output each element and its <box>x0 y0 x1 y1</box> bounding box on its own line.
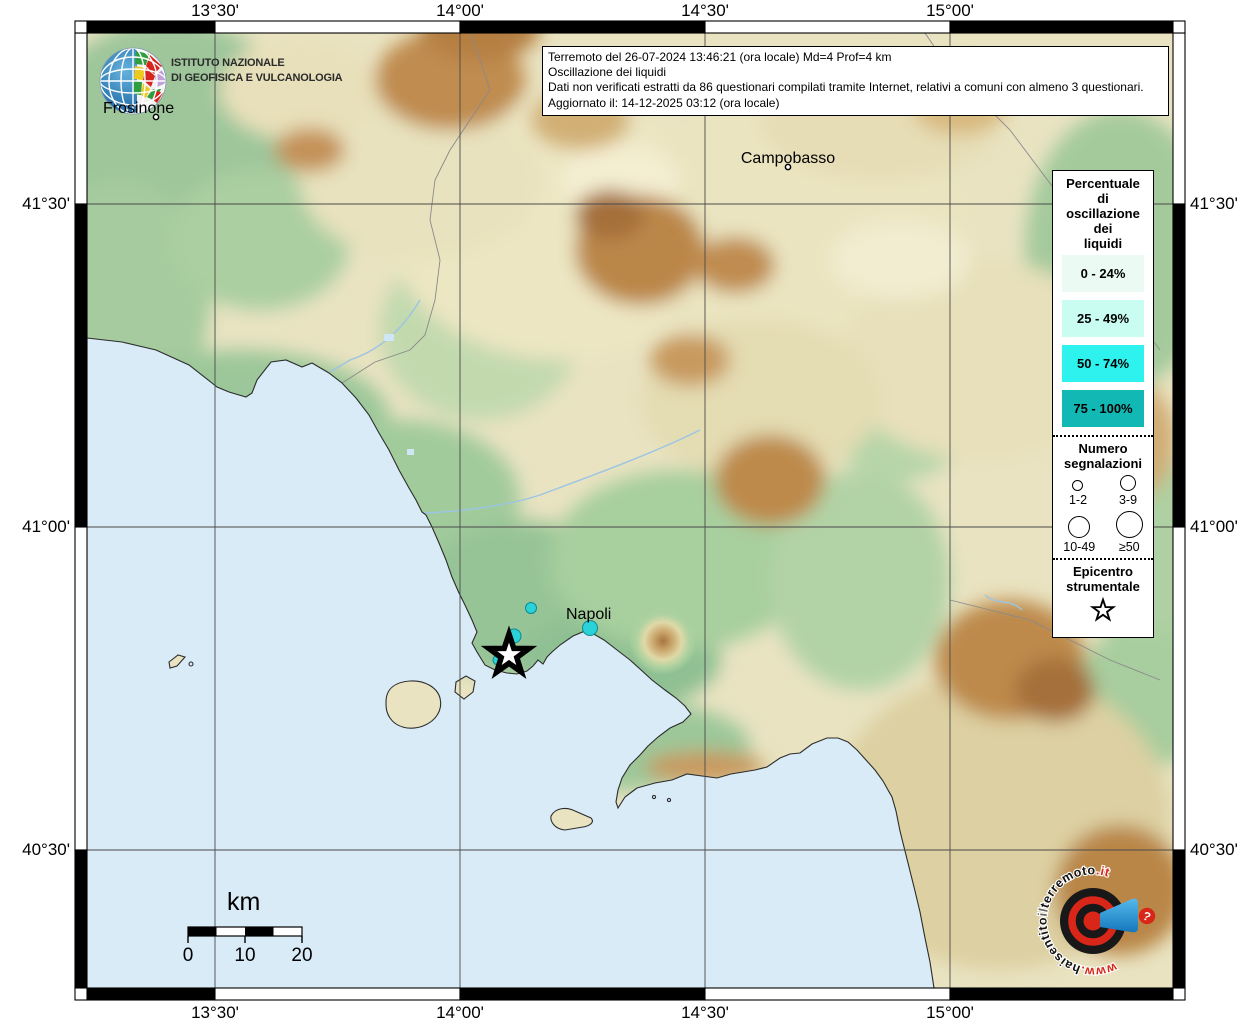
count-label: 3-9 <box>1118 493 1138 507</box>
ingv-name: ISTITUTO NAZIONALE DI GEOFISICA E VULCAN… <box>171 56 343 86</box>
legend-swatch-25-49: 25 - 49% <box>1062 300 1144 337</box>
count-label: 1-2 <box>1068 493 1088 507</box>
axis-right-41-30: 41°30' <box>1190 194 1238 213</box>
scalebar-tick-10: 10 <box>234 945 256 966</box>
legend-percent-title: Percentuale di oscillazione dei liquidi <box>1053 176 1153 251</box>
vesuvius-relief <box>629 607 697 675</box>
ingv-name-line2: DI GEOFISICA E VULCANOLOGIA <box>171 72 343 84</box>
title-line-updated: Aggiornato il: 14-12-2025 03:12 (ora loc… <box>548 95 780 110</box>
legend-count-10-49: 10-49 <box>1063 516 1095 554</box>
legend-epicenter-title: Epicentro strumentale <box>1053 564 1153 594</box>
legend-title-l5: liquidi <box>1083 236 1123 251</box>
count-label: 10-49 <box>1063 540 1096 554</box>
axis-top-14-00: 14°00' <box>436 1 484 20</box>
legend-divider <box>1053 558 1153 560</box>
lake <box>407 449 414 455</box>
legend-swatch-label: 50 - 74% <box>1076 356 1130 371</box>
legend-swatch-label: 25 - 49% <box>1076 311 1130 326</box>
lake <box>384 334 394 341</box>
scalebar-tick-20: 20 <box>291 945 313 966</box>
axis-right-40-30: 40°30' <box>1190 840 1238 859</box>
axis-left-41-30: 41°30' <box>22 194 70 213</box>
title-box: Terremoto del 26-07-2024 13:46:21 (ora l… <box>542 46 1169 116</box>
title-line-source: Dati non verificati estratti da 86 quest… <box>548 80 1144 95</box>
count-circle-icon <box>1072 480 1084 491</box>
legend-count-title: Numero segnalazioni <box>1053 441 1153 471</box>
count-label: ≥50 <box>1118 540 1140 554</box>
legend-title-l4: dei <box>1093 221 1113 236</box>
scalebar-tick-0: 0 <box>182 945 194 966</box>
axis-right-41-00: 41°00' <box>1190 517 1238 536</box>
axis-top-13-30: 13°30' <box>191 1 239 20</box>
legend-swatch-label: 75 - 100% <box>1073 401 1133 416</box>
axis-bottom-14-30: 14°30' <box>681 1003 729 1022</box>
legend-count-row2: 10-49 ≥50 <box>1053 511 1153 554</box>
report-dot <box>525 602 537 614</box>
count-circle-icon <box>1119 475 1136 491</box>
axis-bottom-15-00: 15°00' <box>926 1003 974 1022</box>
legend-divider <box>1053 435 1153 437</box>
map-page: ? www.haisentitoilterremoto.it 13°30' 14… <box>0 0 1255 1024</box>
legend-swatch-75-100: 75 - 100% <box>1062 390 1144 427</box>
city-label-campobasso: Campobasso <box>740 150 836 167</box>
scalebar-unit: km <box>227 888 261 916</box>
ingv-name-line1: ISTITUTO NAZIONALE <box>171 57 285 69</box>
legend-star-icon <box>1089 596 1117 622</box>
count-circle-icon <box>1068 516 1091 538</box>
legend-count-1-2: 1-2 <box>1069 480 1087 507</box>
legend-count-50plus: ≥50 <box>1115 511 1143 554</box>
legend-epicenter-title-l2: strumentale <box>1066 579 1140 594</box>
legend-count-title-l1: Numero <box>1078 441 1128 456</box>
legend: Percentuale di oscillazione dei liquidi … <box>1052 170 1154 638</box>
axis-top-14-30: 14°30' <box>681 1 729 20</box>
axis-bottom-13-30: 13°30' <box>191 1003 239 1022</box>
city-label-frosinone: Frosinone <box>103 100 175 117</box>
legend-epicenter-title-l1: Epicentro <box>1073 564 1133 579</box>
city-label-napoli: Napoli <box>566 606 612 623</box>
legend-title-l1: Percentuale <box>1066 176 1140 191</box>
legend-count-row1: 1-2 3-9 <box>1053 475 1153 507</box>
legend-title-l3: oscillazione <box>1066 206 1140 221</box>
count-circle-icon <box>1115 511 1143 538</box>
axis-left-40-30: 40°30' <box>22 840 70 859</box>
title-line-effect: Oscillazione dei liquidi <box>548 65 667 80</box>
axis-bottom-14-00: 14°00' <box>436 1003 484 1022</box>
legend-swatch-0-24: 0 - 24% <box>1062 255 1144 292</box>
title-line-event: Terremoto del 26-07-2024 13:46:21 (ora l… <box>548 50 892 64</box>
axis-top-15-00: 15°00' <box>926 1 974 20</box>
legend-swatch-label: 0 - 24% <box>1080 266 1126 281</box>
legend-count-title-l2: segnalazioni <box>1063 456 1143 471</box>
legend-title-l2: di <box>1097 191 1109 206</box>
legend-swatch-50-74: 50 - 74% <box>1062 345 1144 382</box>
legend-count-3-9: 3-9 <box>1119 475 1137 507</box>
axis-left-41-00: 41°00' <box>22 517 70 536</box>
